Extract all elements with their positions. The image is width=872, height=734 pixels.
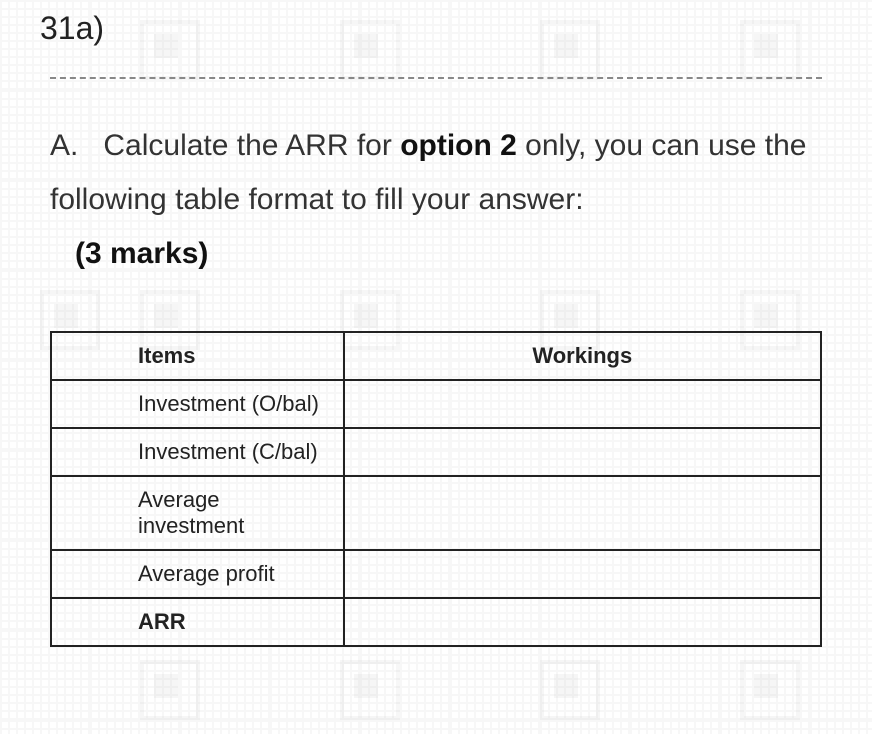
document-content: 31a) A. Calculate the ARR for option 2 o… (0, 0, 872, 647)
table-header-row: Items Workings (51, 332, 821, 380)
question-bold-text: option 2 (400, 129, 517, 162)
table-row: Average investment (51, 476, 821, 550)
table-row: Average profit (51, 550, 821, 598)
table-cell-workings (344, 428, 821, 476)
table-row: Investment (C/bal) (51, 428, 821, 476)
table-cell-items: Investment (C/bal) (51, 428, 344, 476)
question-text: A. Calculate the ARR for option 2 only, … (40, 119, 832, 281)
qr-decoration (740, 660, 800, 720)
table-row: ARR (51, 598, 821, 646)
table-header-workings: Workings (344, 332, 821, 380)
table-cell-items: ARR (51, 598, 344, 646)
qr-decoration (140, 660, 200, 720)
answer-table-wrapper: Items Workings Investment (O/bal) Invest… (40, 331, 832, 647)
table-cell-workings (344, 550, 821, 598)
table-cell-items: Investment (O/bal) (51, 380, 344, 428)
divider (50, 77, 822, 79)
table-cell-workings (344, 380, 821, 428)
table-row: Investment (O/bal) (51, 380, 821, 428)
part-label: A. (50, 129, 78, 162)
table-cell-workings (344, 476, 821, 550)
table-cell-items: Average investment (51, 476, 344, 550)
table-header-items: Items (51, 332, 344, 380)
qr-decoration (340, 660, 400, 720)
table-cell-workings (344, 598, 821, 646)
answer-table: Items Workings Investment (O/bal) Invest… (50, 331, 822, 647)
question-text-before: Calculate the ARR for (103, 129, 400, 162)
table-cell-items: Average profit (51, 550, 344, 598)
qr-decoration (540, 660, 600, 720)
question-number: 31a) (40, 10, 832, 47)
marks-label: (3 marks) (75, 237, 208, 270)
